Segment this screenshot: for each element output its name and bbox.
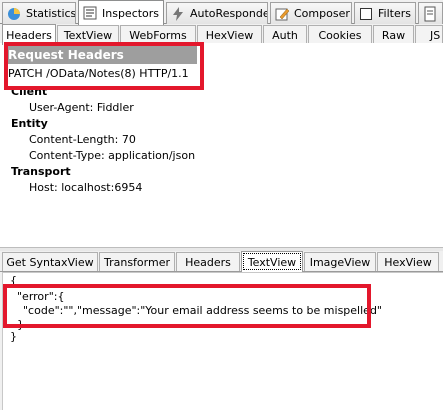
tab-request-auth[interactable]: Auth (263, 25, 307, 44)
tab-request-webforms[interactable]: WebForms (120, 25, 196, 44)
statistics-icon (6, 6, 22, 22)
request-line: PATCH /OData/Notes(8) HTTP/1.1 (8, 67, 189, 80)
tab-request-hexview[interactable]: HexView (197, 25, 262, 44)
code-line: } (10, 330, 17, 343)
request-headers-title: Request Headers (4, 46, 197, 64)
tab-request-cookies[interactable]: Cookies (308, 25, 372, 44)
tab-composer[interactable]: Composer (270, 2, 352, 24)
tab-response-hexview[interactable]: HexView (377, 252, 439, 271)
section-transport[interactable]: Transport (11, 165, 71, 178)
header-host[interactable]: Host: localhost:6954 (29, 181, 142, 194)
code-line: "error":{ (17, 290, 65, 303)
code-line: "code":"","message":"Your email address … (23, 304, 382, 317)
tab-statistics[interactable]: Statistics (2, 2, 76, 24)
tab-inspectors[interactable]: Inspectors (78, 0, 164, 25)
main-tab-strip: Statistics Inspectors AutoResponder Comp… (0, 0, 443, 25)
header-user-agent[interactable]: User-Agent: Fiddler (29, 101, 134, 114)
response-inspector-tabs: Get SyntaxView Transformer Headers TextV… (0, 251, 443, 272)
tab-request-raw[interactable]: Raw (373, 25, 414, 44)
tab-request-js[interactable]: JS (415, 25, 443, 44)
tab-response-headers[interactable]: Headers (176, 252, 240, 271)
tab-response-imageview[interactable]: ImageView (304, 252, 376, 271)
checkbox-icon (358, 6, 374, 22)
header-content-type[interactable]: Content-Type: application/json (29, 149, 195, 162)
section-client[interactable]: Client (11, 85, 47, 98)
request-inspector-tabs: Headers TextView WebForms HexView Auth C… (0, 24, 443, 45)
response-body-textview[interactable]: { "error":{ "code":"","message":"Your em… (2, 272, 443, 410)
tab-request-textview[interactable]: TextView (57, 25, 119, 44)
tab-response-syntaxview[interactable]: Get SyntaxView (2, 252, 98, 271)
section-entity[interactable]: Entity (11, 117, 48, 130)
composer-icon (274, 6, 290, 22)
code-line: } (17, 318, 24, 331)
request-headers-pane: Request Headers PATCH /OData/Notes(8) HT… (0, 43, 443, 248)
tab-filters[interactable]: Filters (354, 2, 416, 24)
inspectors-icon (82, 5, 98, 21)
header-content-length[interactable]: Content-Length: 70 (29, 133, 136, 146)
tab-response-textview[interactable]: TextView (241, 251, 303, 272)
log-icon (422, 6, 438, 22)
lightning-icon (170, 6, 186, 22)
code-line: { (10, 274, 17, 287)
tab-log[interactable] (418, 2, 443, 24)
tab-autoresponder[interactable]: AutoResponder (166, 2, 268, 24)
tab-response-transformer[interactable]: Transformer (99, 252, 175, 271)
tab-request-headers[interactable]: Headers (2, 24, 56, 45)
